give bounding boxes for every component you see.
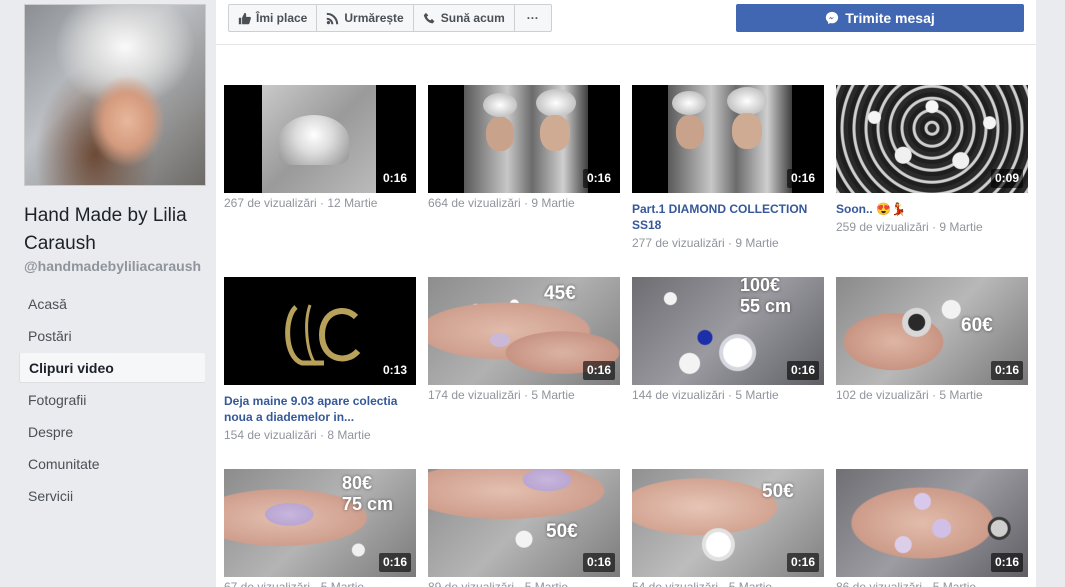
video-thumbnail[interactable]: 100€ 55 cm 0:16 xyxy=(632,277,824,385)
nav-item-community[interactable]: Comunitate xyxy=(19,449,205,479)
main-content: Îmi place Urmărește Sună acum ··· Trimit… xyxy=(216,0,1036,587)
video-card[interactable]: 0:13 Deja maine 9.03 apare colectia noua… xyxy=(224,277,416,443)
send-message-button[interactable]: Trimite mesaj xyxy=(736,4,1024,32)
video-thumbnail[interactable]: 60€ 0:16 xyxy=(836,277,1028,385)
video-card[interactable]: 0:16 664 de vizualizări · 9 Martie xyxy=(428,85,620,211)
video-duration: 0:16 xyxy=(990,361,1023,380)
messenger-icon xyxy=(826,11,839,25)
nav-item-videos[interactable]: Clipuri video xyxy=(19,353,205,383)
video-duration: 0:16 xyxy=(582,169,615,188)
video-duration: 0:16 xyxy=(582,361,615,380)
rss-icon xyxy=(327,12,339,24)
nav-item-about[interactable]: Despre xyxy=(19,417,205,447)
video-card[interactable]: 0:09 Soon.. 😍💃 259 de vizualizări · 9 Ma… xyxy=(836,85,1028,235)
video-meta: 54 de vizualizări · 5 Martie xyxy=(632,580,773,587)
price-overlay: 80€ 75 cm xyxy=(342,473,394,514)
video-meta: 259 de vizualizări · 9 Martie xyxy=(836,220,983,234)
page-handle[interactable]: @handmadebyliliacaraush xyxy=(24,258,201,274)
nav-item-services[interactable]: Servicii xyxy=(19,481,205,511)
phone-icon xyxy=(423,12,435,23)
video-meta: 144 de vizualizări · 5 Martie xyxy=(632,388,779,402)
video-duration: 0:16 xyxy=(582,553,615,572)
price-overlay: 100€ 55 cm xyxy=(740,277,792,316)
like-label: Îmi place xyxy=(256,11,308,25)
video-meta: 89 de vizualizări · 5 Martie xyxy=(428,580,569,587)
action-buttons: Îmi place Urmărește Sună acum ··· xyxy=(228,4,552,32)
price-overlay: 45€ xyxy=(544,283,576,304)
video-card[interactable]: 50€ 0:16 54 de vizualizări · 5 Martie xyxy=(632,469,824,587)
nav-item-photos[interactable]: Fotografii xyxy=(19,385,205,415)
video-thumbnail[interactable]: 0:16 xyxy=(224,85,416,193)
video-card[interactable]: 50€ 0:16 89 de vizualizări · 5 Martie xyxy=(428,469,620,587)
video-duration: 0:13 xyxy=(378,361,411,380)
video-meta: 174 de vizualizări · 5 Martie xyxy=(428,388,575,402)
video-meta: 267 de vizualizări · 12 Martie xyxy=(224,196,378,210)
video-meta: 664 de vizualizări · 9 Martie xyxy=(428,196,575,210)
video-meta: 67 de vizualizări · 5 Martie xyxy=(224,580,365,587)
video-thumbnail[interactable]: 0:09 xyxy=(836,85,1028,193)
video-meta: 102 de vizualizări · 5 Martie xyxy=(836,388,983,402)
profile-picture[interactable] xyxy=(24,4,206,186)
video-card[interactable]: 80€ 75 cm 0:16 67 de vizualizări · 5 Mar… xyxy=(224,469,416,587)
price-overlay: 60€ xyxy=(961,315,993,336)
video-thumbnail[interactable]: 80€ 75 cm 0:16 xyxy=(224,469,416,577)
video-thumbnail[interactable]: 50€ 0:16 xyxy=(632,469,824,577)
send-message-label: Trimite mesaj xyxy=(845,10,935,26)
video-duration: 0:16 xyxy=(378,553,411,572)
video-thumbnail[interactable]: 45€ 0:16 xyxy=(428,277,620,385)
right-gutter xyxy=(1036,0,1065,587)
video-title[interactable]: Deja maine 9.03 apare colectia noua a di… xyxy=(224,393,416,425)
video-card[interactable]: 0:16 267 de vizualizări · 12 Martie xyxy=(224,85,416,211)
video-title[interactable]: Part.1 DIAMOND COLLECTION SS18 xyxy=(632,201,824,233)
nav-item-posts[interactable]: Postări xyxy=(19,321,205,351)
more-button[interactable]: ··· xyxy=(515,5,551,31)
page-sidebar: Hand Made by Lilia Caraush @handmadebyli… xyxy=(0,0,216,587)
video-thumbnail[interactable]: 0:16 xyxy=(428,85,620,193)
video-meta: 86 de vizualizări · 5 Martie xyxy=(836,580,977,587)
video-card[interactable]: 100€ 55 cm 0:16 144 de vizualizări · 5 M… xyxy=(632,277,824,403)
video-duration: 0:09 xyxy=(990,169,1023,188)
call-label: Sună acum xyxy=(440,11,505,25)
video-thumbnail[interactable]: 0:16 xyxy=(632,85,824,193)
video-card[interactable]: 0:16 Part.1 DIAMOND COLLECTION SS18 277 … xyxy=(632,85,824,251)
page-name[interactable]: Hand Made by Lilia Caraush xyxy=(24,202,214,258)
video-duration: 0:16 xyxy=(786,169,819,188)
call-button[interactable]: Sună acum xyxy=(414,5,515,31)
page-nav: Acasă Postări Clipuri video Fotografii D… xyxy=(19,289,205,513)
more-icon: ··· xyxy=(526,11,539,25)
video-duration: 0:16 xyxy=(786,553,819,572)
video-card[interactable]: 45€ 0:16 174 de vizualizări · 5 Martie xyxy=(428,277,620,403)
video-card[interactable]: 0:16 86 de vizualizări · 5 Martie xyxy=(836,469,1028,587)
video-duration: 0:16 xyxy=(786,361,819,380)
video-thumbnail[interactable]: 50€ 0:16 xyxy=(428,469,620,577)
video-thumbnail[interactable]: 0:13 xyxy=(224,277,416,385)
video-card[interactable]: 60€ 0:16 102 de vizualizări · 5 Martie xyxy=(836,277,1028,403)
follow-label: Urmărește xyxy=(344,11,404,25)
video-meta: 154 de vizualizări · 8 Martie xyxy=(224,428,371,442)
video-duration: 0:16 xyxy=(378,169,411,188)
price-overlay: 50€ xyxy=(546,521,578,542)
video-title[interactable]: Soon.. 😍💃 xyxy=(836,201,1028,217)
follow-button[interactable]: Urmărește xyxy=(317,5,414,31)
action-bar: Îmi place Urmărește Sună acum ··· Trimit… xyxy=(216,0,1036,45)
video-meta: 277 de vizualizări · 9 Martie xyxy=(632,236,779,250)
video-duration: 0:16 xyxy=(990,553,1023,572)
video-thumbnail[interactable]: 0:16 xyxy=(836,469,1028,577)
nav-item-home[interactable]: Acasă xyxy=(19,289,205,319)
price-overlay: 50€ xyxy=(762,481,794,502)
like-button[interactable]: Îmi place xyxy=(229,5,318,31)
thumbs-up-icon xyxy=(238,12,251,24)
